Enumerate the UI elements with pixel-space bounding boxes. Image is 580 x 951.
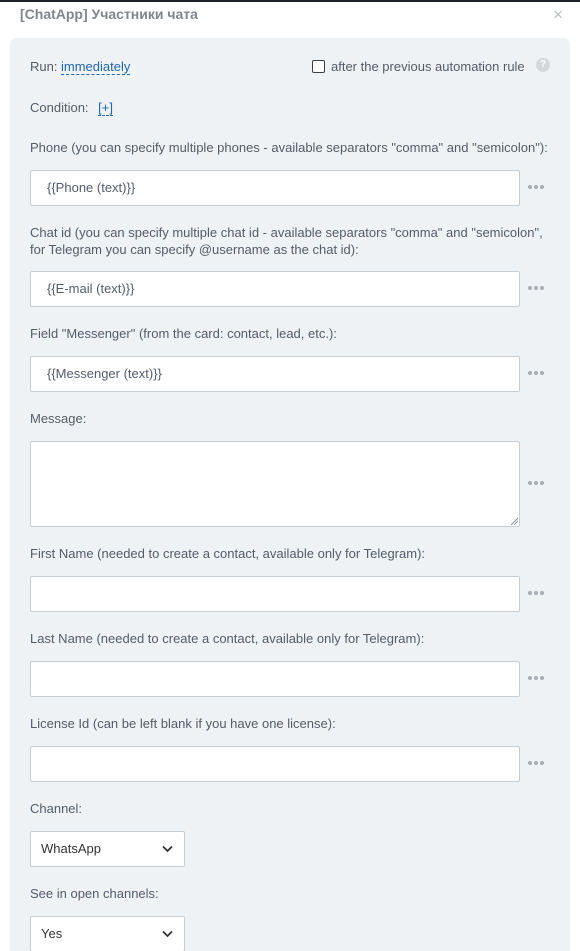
after-previous-rule-label[interactable]: after the previous automation rule <box>331 59 525 74</box>
run-mode-link[interactable]: immediately <box>61 59 131 75</box>
chevron-down-icon <box>162 930 173 938</box>
first-name-label: First Name (needed to create a contact, … <box>30 546 426 561</box>
chat-id-label: Chat id (you can specify multiple chat i… <box>30 224 550 258</box>
condition-label: Condition: <box>30 100 89 115</box>
last-name-more-icon[interactable] <box>528 676 544 682</box>
help-icon[interactable]: ? <box>536 58 550 72</box>
phone-input[interactable]: {{Phone (text)}} <box>30 170 520 206</box>
phone-label: Phone (you can specify multiple phones -… <box>30 140 548 155</box>
chat-id-label-line1: Chat id (you can specify multiple chat i… <box>30 225 543 240</box>
run-row: Run: immediately after the previous auto… <box>30 58 550 78</box>
open-channels-selected-value: Yes <box>41 926 63 941</box>
first-name-input[interactable] <box>30 576 520 612</box>
open-channels-label: See in open channels: <box>30 886 159 901</box>
first-name-more-icon[interactable] <box>528 591 544 597</box>
message-label: Message: <box>30 411 87 426</box>
add-condition-link[interactable]: [+] <box>98 100 113 116</box>
chat-id-label-line2: for Telegram you can specify @username a… <box>30 242 359 257</box>
open-channels-select[interactable]: Yes <box>30 916 185 951</box>
after-previous-rule-checkbox[interactable] <box>312 60 325 73</box>
resize-grip-icon[interactable] <box>510 517 518 525</box>
messenger-label: Field "Messenger" (from the card: contac… <box>30 326 337 341</box>
close-icon[interactable]: × <box>553 5 563 25</box>
license-id-more-icon[interactable] <box>528 761 544 767</box>
chat-id-more-icon[interactable] <box>528 286 544 292</box>
channel-select[interactable]: WhatsApp <box>30 831 185 867</box>
dialog-header: [ChatApp] Участники чата × <box>0 2 580 36</box>
run-label: Run: <box>30 59 58 74</box>
channel-selected-value: WhatsApp <box>41 841 101 856</box>
messenger-input[interactable]: {{Messenger (text)}} <box>30 356 520 392</box>
phone-more-icon[interactable] <box>528 185 544 191</box>
message-textarea[interactable] <box>30 441 520 527</box>
chat-id-input[interactable]: {{E-mail (text)}} <box>30 271 520 307</box>
chevron-down-icon <box>162 845 173 853</box>
condition-row: Condition: [+] <box>30 100 113 116</box>
dialog-title: [ChatApp] Участники чата <box>20 6 198 22</box>
message-more-icon[interactable] <box>528 481 544 487</box>
license-id-label: License Id (can be left blank if you hav… <box>30 716 336 731</box>
messenger-more-icon[interactable] <box>528 371 544 377</box>
channel-label: Channel: <box>30 801 83 816</box>
last-name-label: Last Name (needed to create a contact, a… <box>30 631 425 646</box>
license-id-input[interactable] <box>30 746 520 782</box>
last-name-input[interactable] <box>30 661 520 697</box>
